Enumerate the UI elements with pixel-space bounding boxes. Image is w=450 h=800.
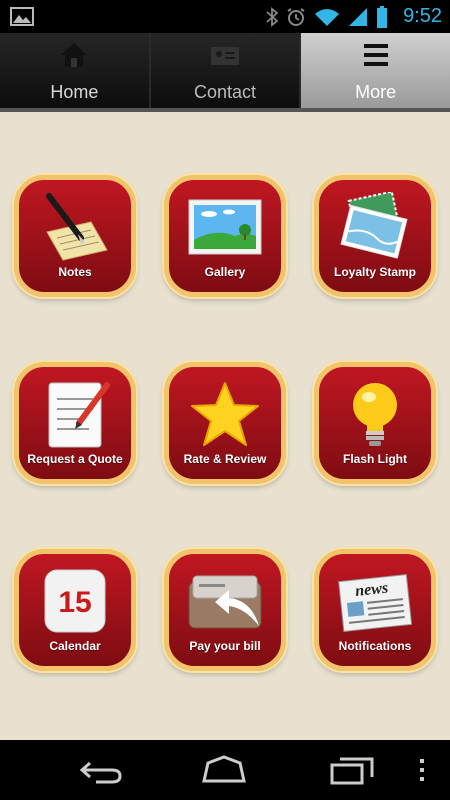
calendar-day: 15: [58, 586, 91, 619]
tile-request-quote[interactable]: Request a Quote: [14, 362, 136, 484]
signal-icon: [349, 8, 367, 26]
tile-label: Calendar: [49, 639, 101, 653]
wifi-icon: [315, 9, 339, 26]
tab-label: Home: [50, 82, 99, 102]
newspaper-title: news: [354, 580, 389, 600]
tile-loyalty-stamp[interactable]: Loyalty Stamp: [314, 175, 436, 297]
alarm-icon: [287, 8, 305, 26]
battery-icon: [377, 6, 387, 28]
image-icon: [10, 7, 34, 26]
quote-icon: [48, 382, 110, 448]
tab-contact[interactable]: Contact: [150, 33, 302, 108]
tab-more[interactable]: More: [301, 33, 450, 108]
newspaper-icon: news: [338, 574, 413, 632]
tile-label: Pay your bill: [189, 639, 261, 653]
tab-label: More: [355, 82, 397, 102]
home-nav-icon[interactable]: [200, 755, 248, 785]
contact-card-icon: [211, 47, 239, 65]
tile-label: Rate & Review: [183, 452, 267, 466]
home-icon: [61, 43, 88, 67]
tile-label: Notifications: [338, 639, 412, 653]
menu-icon: [363, 44, 388, 66]
tile-rate-review[interactable]: Rate & Review: [164, 362, 286, 484]
tab-home[interactable]: Home: [0, 33, 151, 108]
tile-label: Flash Light: [343, 452, 407, 466]
tile-gallery[interactable]: Gallery: [164, 175, 286, 297]
system-nav-bar: [0, 740, 450, 800]
notes-icon: [46, 193, 108, 261]
tile-calendar[interactable]: 15 Calendar: [14, 549, 136, 671]
stamp-icon: [340, 192, 408, 259]
recent-apps-icon[interactable]: [328, 755, 376, 785]
tab-label: Contact: [193, 82, 257, 102]
tile-flash-light[interactable]: Flash Light: [314, 362, 436, 484]
back-icon[interactable]: [76, 755, 124, 785]
pay-bill-icon: [188, 575, 262, 629]
tile-notifications[interactable]: news Notifications: [314, 549, 436, 671]
feature-grid: Notes Gallery Loyalty Stamp Request a Qu…: [0, 112, 450, 740]
tile-label: Notes: [58, 265, 92, 279]
tile-pay-bill[interactable]: Pay your bill: [164, 549, 286, 671]
tile-notes[interactable]: Notes: [14, 175, 136, 297]
status-bar: 9:52: [0, 0, 450, 33]
gallery-icon: [188, 199, 262, 255]
tile-label: Loyalty Stamp: [333, 265, 417, 279]
lightbulb-icon: [353, 383, 397, 446]
calendar-icon: 15: [44, 569, 106, 633]
tab-bar: Home Contact More: [0, 33, 450, 108]
status-time: 9:52: [403, 5, 442, 27]
overflow-menu-icon[interactable]: [412, 755, 432, 785]
tile-label: Request a Quote: [27, 452, 123, 466]
tile-label: Gallery: [204, 265, 246, 279]
star-icon: [191, 382, 259, 446]
bluetooth-icon: [266, 7, 278, 27]
